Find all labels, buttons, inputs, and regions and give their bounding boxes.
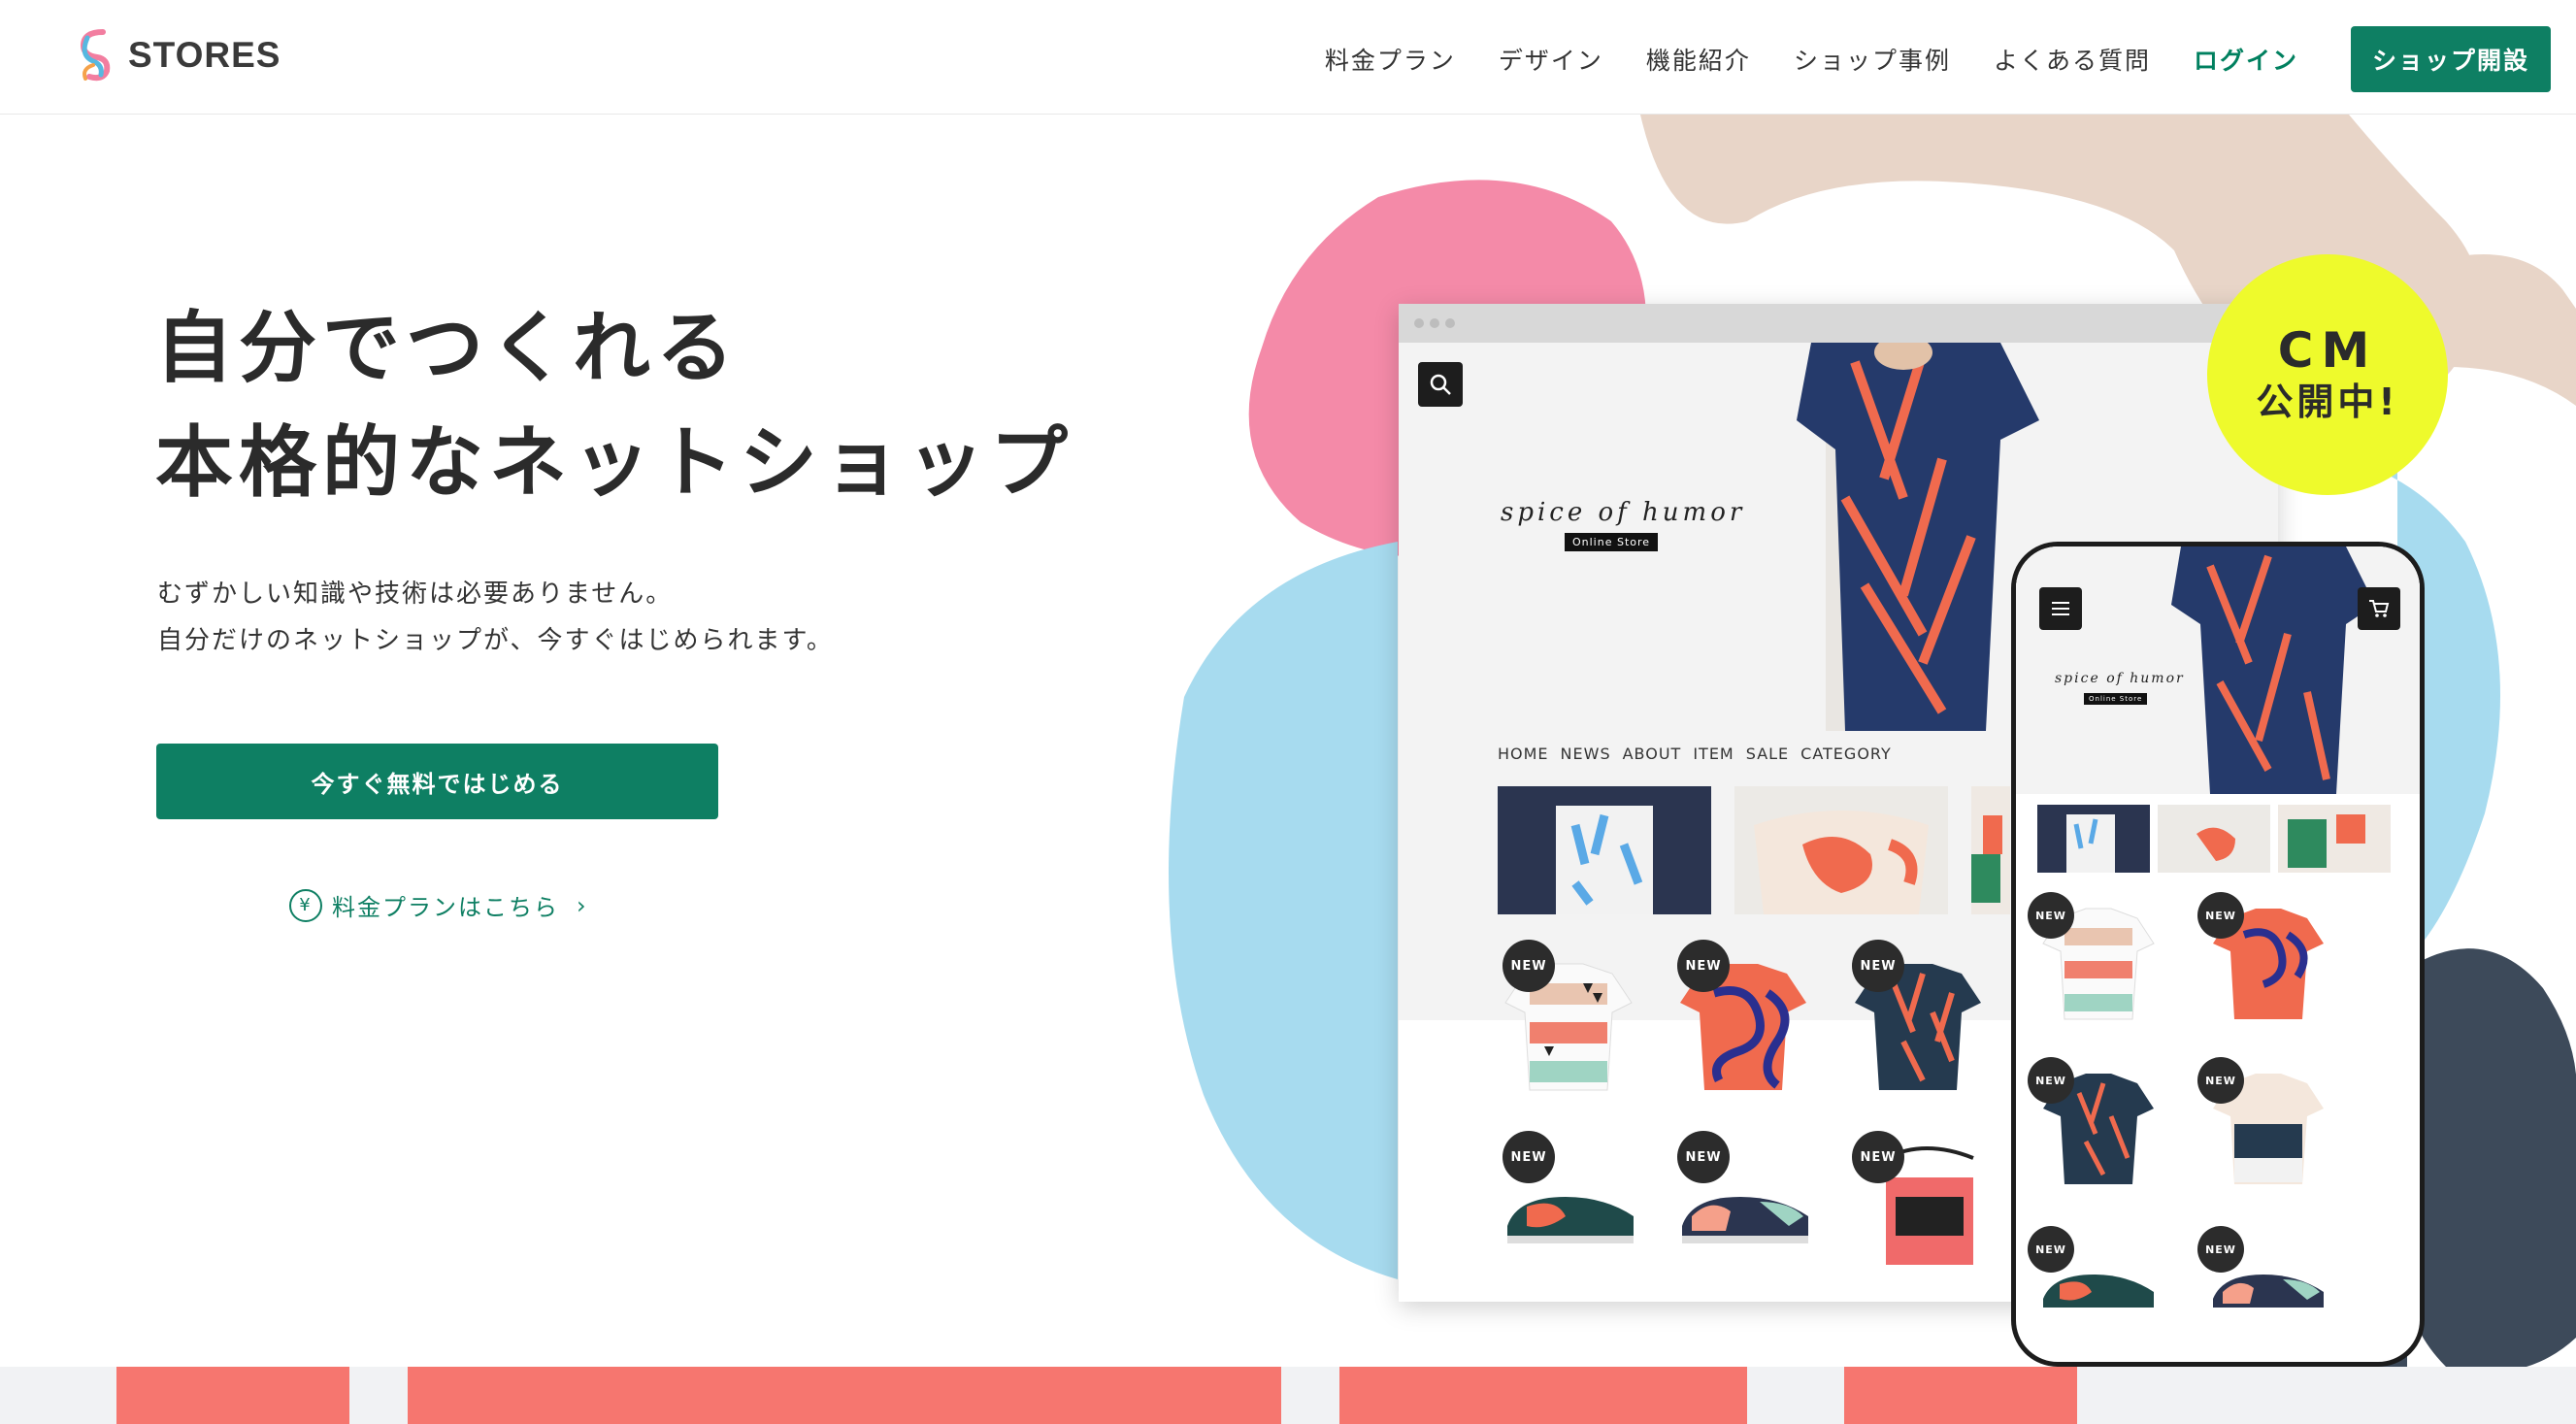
- shop-brand-tag: Online Store: [1565, 533, 1659, 551]
- hero-title: 自分でつくれる 本格的なネットショップ: [155, 291, 1073, 520]
- product-photo: [1971, 786, 2010, 914]
- nav-features[interactable]: 機能紹介: [1646, 42, 1751, 77]
- start-free-button[interactable]: 今すぐ無料ではじめる: [156, 744, 718, 819]
- hamburger-icon: [2052, 602, 2069, 615]
- cm-now-showing-badge[interactable]: CM 公開中!: [2207, 254, 2448, 495]
- main-nav: 料金プラン デザイン 機能紹介 ショップ事例 よくある質問 ログイン ショップ開…: [1325, 26, 2551, 92]
- open-shop-button[interactable]: ショップ開設: [2350, 26, 2551, 92]
- nav-pricing[interactable]: 料金プラン: [1325, 42, 1456, 77]
- cm-badge-line2: 公開中!: [2256, 381, 2399, 423]
- browser-titlebar: [1399, 304, 2278, 343]
- nav-shop-examples[interactable]: ショップ事例: [1794, 42, 1951, 77]
- phone-shop-brand: spice of humor Online Store: [2055, 671, 2185, 705]
- pricing-link[interactable]: ¥ 料金プランはこちら ›: [289, 888, 588, 922]
- cart-button[interactable]: [2358, 587, 2400, 630]
- hero-title-line1: 自分でつくれる: [155, 303, 740, 393]
- hero-subtitle: むずかしい知識や技術は必要ありません。 自分だけのネットショップが、今すぐはじめ…: [157, 571, 834, 664]
- new-badge: NEW: [2028, 892, 2074, 939]
- product-photo: [2278, 805, 2391, 873]
- product-photo: [2037, 805, 2150, 873]
- new-badge: NEW: [1852, 1131, 1904, 1183]
- shop-nav-home[interactable]: HOME: [1498, 745, 1549, 763]
- shop-brand: spice of humor Online Store: [1501, 498, 1745, 551]
- new-badge: NEW: [2028, 1057, 2074, 1104]
- new-badge: NEW: [2197, 1057, 2244, 1104]
- hero-subtitle-line2: 自分だけのネットショップが、今すぐはじめられます。: [157, 626, 834, 655]
- shop-nav-about[interactable]: ABOUT: [1623, 745, 1682, 763]
- shop-nav-item[interactable]: ITEM: [1693, 745, 1734, 763]
- stores-logo[interactable]: STORES: [74, 21, 281, 89]
- product-photo: [1498, 786, 1711, 914]
- pricing-link-label: 料金プランはこちら: [332, 894, 559, 921]
- product-photo: [1734, 786, 1948, 914]
- menu-button[interactable]: [2039, 587, 2082, 630]
- nav-design[interactable]: デザイン: [1499, 42, 1603, 77]
- phone-brand-name: spice of humor: [2055, 671, 2185, 686]
- new-badge: NEW: [1503, 940, 1555, 992]
- window-dot: [1414, 318, 1424, 328]
- new-badge: NEW: [1677, 1131, 1730, 1183]
- new-badge: NEW: [1677, 940, 1730, 992]
- nav-faq[interactable]: よくある質問: [1994, 42, 2151, 77]
- new-badge: NEW: [2197, 892, 2244, 939]
- hero-title-line2: 本格的なネットショップ: [155, 417, 1073, 508]
- search-icon: [1430, 374, 1451, 395]
- shop-nav: HOME NEWS ABOUT ITEM SALE CATEGORY: [1498, 745, 1903, 763]
- window-dot: [1430, 318, 1439, 328]
- shop-nav-sale[interactable]: SALE: [1746, 745, 1789, 763]
- site-header: STORES 料金プラン デザイン 機能紹介 ショップ事例 よくある質問 ログイ…: [0, 0, 2576, 115]
- logo-text: STORES: [128, 35, 281, 75]
- new-badge: NEW: [2028, 1226, 2074, 1273]
- cm-badge-line1: CM: [2277, 322, 2378, 379]
- chevron-right-icon: ›: [577, 891, 588, 919]
- shop-brand-name: spice of humor: [1501, 498, 1746, 527]
- new-badge: NEW: [1852, 940, 1904, 992]
- new-badge: NEW: [1503, 1131, 1555, 1183]
- search-button[interactable]: [1418, 362, 1463, 407]
- cart-icon: [2369, 600, 2390, 617]
- hero-subtitle-line1: むずかしい知識や技術は必要ありません。: [157, 580, 674, 609]
- yen-icon: ¥: [289, 888, 322, 922]
- new-badge: NEW: [2197, 1226, 2244, 1273]
- window-dot: [1445, 318, 1455, 328]
- next-section-preview: [0, 1367, 2576, 1424]
- product-photo: [2158, 805, 2270, 873]
- shop-nav-category[interactable]: CATEGORY: [1800, 745, 1892, 763]
- stores-logo-icon: [80, 29, 111, 82]
- phone-mockup: spice of humor Online Store NEW NEW NEW …: [2011, 542, 2425, 1367]
- phone-brand-tag: Online Store: [2084, 693, 2148, 705]
- login-link[interactable]: ログイン: [2194, 42, 2298, 77]
- shop-nav-news[interactable]: NEWS: [1561, 745, 1611, 763]
